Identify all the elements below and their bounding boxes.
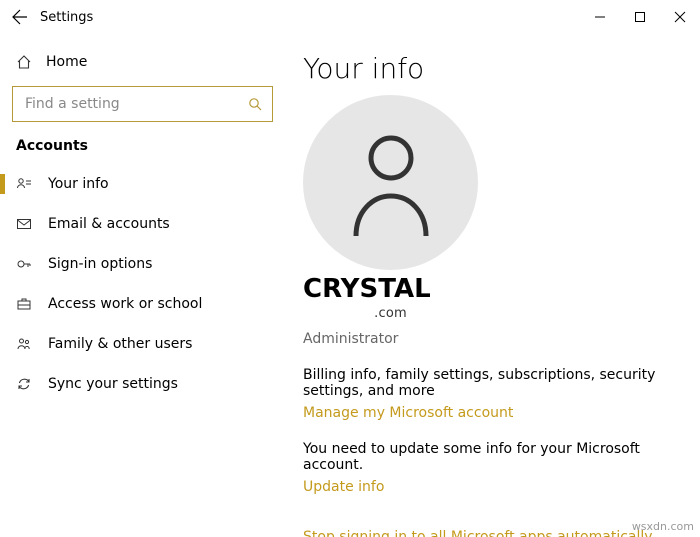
manage-account-link[interactable]: Manage my Microsoft account xyxy=(303,405,513,421)
person-card-icon xyxy=(16,176,32,192)
page-title: Your info xyxy=(303,52,680,85)
people-icon xyxy=(16,336,32,352)
close-button[interactable] xyxy=(660,0,700,34)
username: CRYSTAL xyxy=(303,274,680,304)
sidebar-item-label: Family & other users xyxy=(48,336,192,352)
envelope-icon xyxy=(16,216,32,232)
sidebar-item-label: Your info xyxy=(48,176,109,192)
main-content: Your info CRYSTAL .com Administrator Bil… xyxy=(285,34,700,537)
sync-icon xyxy=(16,376,32,392)
update-text: You need to update some info for your Mi… xyxy=(303,441,680,473)
update-info-link[interactable]: Update info xyxy=(303,479,384,495)
briefcase-icon xyxy=(16,296,32,312)
back-button[interactable] xyxy=(0,0,40,34)
search-box[interactable] xyxy=(12,86,273,122)
minimize-button[interactable] xyxy=(580,0,620,34)
sidebar-item-label: Email & accounts xyxy=(48,216,170,232)
close-icon xyxy=(674,11,686,23)
category-heading: Accounts xyxy=(0,136,285,164)
home-icon xyxy=(16,54,32,70)
home-label: Home xyxy=(46,54,87,70)
person-icon xyxy=(346,128,436,238)
key-icon xyxy=(16,256,32,272)
sidebar-item-your-info[interactable]: Your info xyxy=(0,164,285,204)
maximize-icon xyxy=(634,11,646,23)
minimize-icon xyxy=(594,11,606,23)
search-input[interactable] xyxy=(23,95,248,113)
home-button[interactable]: Home xyxy=(0,48,285,82)
stop-signin-link[interactable]: Stop signing in to all Microsoft apps au… xyxy=(303,529,653,537)
search-icon xyxy=(248,97,262,111)
sidebar-item-signin-options[interactable]: Sign-in options xyxy=(0,244,285,284)
titlebar: Settings xyxy=(0,0,700,34)
sidebar-item-label: Sign-in options xyxy=(48,256,152,272)
sidebar-item-label: Sync your settings xyxy=(48,376,178,392)
maximize-button[interactable] xyxy=(620,0,660,34)
account-email: .com xyxy=(303,306,478,321)
sidebar-item-email-accounts[interactable]: Email & accounts xyxy=(0,204,285,244)
sidebar-item-label: Access work or school xyxy=(48,296,202,312)
app-title: Settings xyxy=(40,10,93,25)
sidebar-item-family-users[interactable]: Family & other users xyxy=(0,324,285,364)
account-role: Administrator xyxy=(303,331,680,347)
avatar xyxy=(303,95,478,270)
sidebar: Home Accounts Your info Email & accounts xyxy=(0,34,285,537)
sidebar-item-access-work-school[interactable]: Access work or school xyxy=(0,284,285,324)
sidebar-item-sync-settings[interactable]: Sync your settings xyxy=(0,364,285,404)
back-arrow-icon xyxy=(12,9,28,25)
watermark: wsxdn.com xyxy=(632,520,694,533)
billing-text: Billing info, family settings, subscript… xyxy=(303,367,680,399)
